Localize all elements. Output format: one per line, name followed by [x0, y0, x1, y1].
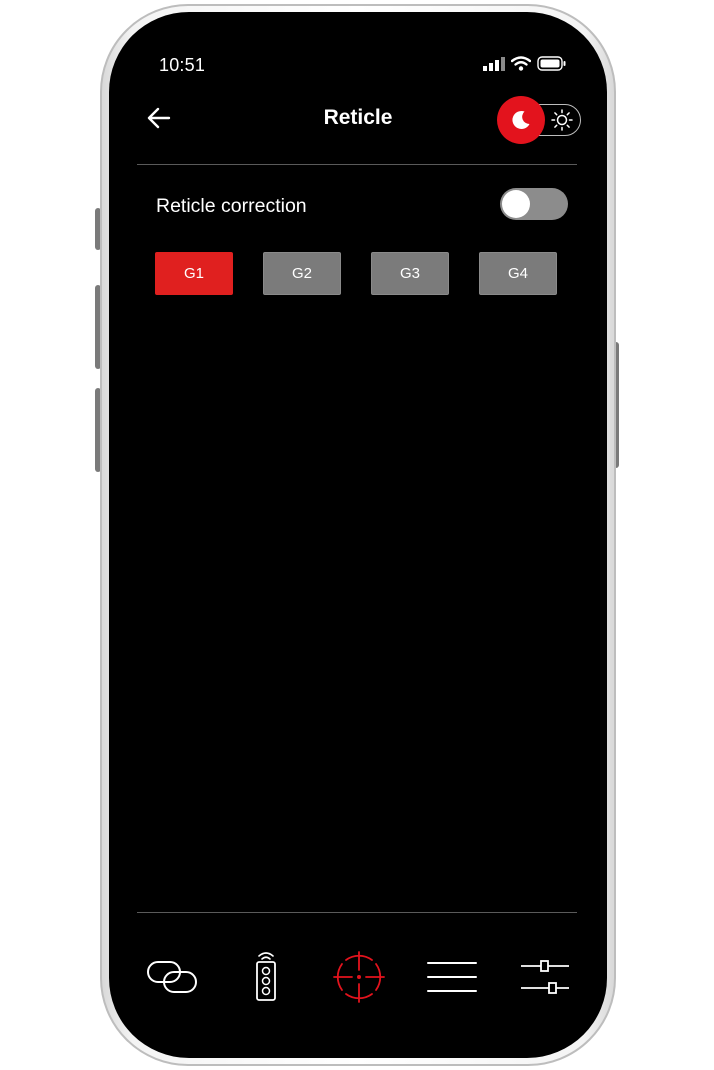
- header-divider: [137, 164, 577, 165]
- group-selector: G1 G2 G3 G4: [155, 252, 557, 295]
- nav-item-menu[interactable]: [408, 945, 496, 1009]
- status-time: 10:51: [159, 55, 206, 75]
- battery-icon: [537, 56, 566, 71]
- reticle-correction-label: Reticle correction: [156, 195, 307, 217]
- app-screen: 10:51 Reticle Reticle correction G1 G2 G…: [109, 12, 607, 1058]
- link-icon: [147, 961, 197, 993]
- theme-toggle[interactable]: [497, 96, 585, 144]
- group-button-g2[interactable]: G2: [263, 252, 341, 295]
- nav-item-reticle[interactable]: [315, 945, 403, 1009]
- nav-item-connection[interactable]: [129, 945, 217, 1009]
- sun-icon: [551, 109, 573, 131]
- switch-knob: [502, 190, 530, 218]
- settings-sliders-icon: [521, 960, 569, 994]
- group-button-g1[interactable]: G1: [155, 252, 233, 295]
- bottom-nav: [129, 942, 589, 1012]
- cellular-signal-icon: [483, 56, 505, 71]
- theme-toggle-knob: [497, 96, 545, 144]
- wifi-icon: [511, 56, 531, 71]
- group-button-g4[interactable]: G4: [479, 252, 557, 295]
- device-mockup: 10:51 Reticle Reticle correction G1 G2 G…: [0, 0, 714, 1070]
- menu-lines-icon: [427, 962, 477, 992]
- group-button-g3[interactable]: G3: [371, 252, 449, 295]
- moon-icon: [512, 110, 530, 129]
- nav-item-settings[interactable]: [501, 945, 589, 1009]
- reticle-correction-switch[interactable]: [500, 188, 568, 220]
- nav-item-remote[interactable]: [222, 945, 310, 1009]
- status-icons: [483, 56, 567, 71]
- bottom-nav-divider: [137, 912, 577, 913]
- reticle-crosshair-icon: [333, 951, 385, 1003]
- remote-control-icon: [256, 952, 276, 1001]
